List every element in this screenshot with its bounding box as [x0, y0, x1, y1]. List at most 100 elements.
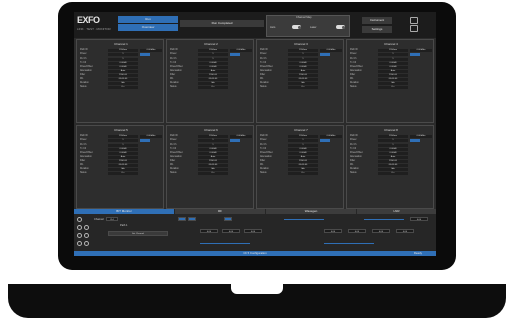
- row-value[interactable]: Auto: [378, 156, 408, 160]
- row-value[interactable]: 00:00:00: [378, 78, 408, 82]
- row-value[interactable]: 1: [378, 139, 408, 143]
- toggle-a[interactable]: [292, 25, 301, 29]
- row-value[interactable]: Idle: [288, 82, 318, 86]
- param-field-4[interactable]: 0.00: [324, 229, 342, 233]
- row-value[interactable]: 00:00:00: [108, 78, 138, 82]
- nav-ok-icon[interactable]: [84, 233, 89, 238]
- tab-settings[interactable]: Settings: [362, 26, 392, 33]
- row-value[interactable]: 0.00dB: [198, 66, 228, 70]
- rf-toggle-2[interactable]: [188, 217, 196, 221]
- row-value[interactable]: 0.00dB: [108, 148, 138, 152]
- row-button[interactable]: [230, 139, 240, 143]
- nav-home-icon[interactable]: [84, 241, 89, 246]
- row-value[interactable]: Auto: [108, 156, 138, 160]
- row-value[interactable]: 0.00dB: [198, 62, 228, 66]
- row-value[interactable]: 0.00dB: [198, 152, 228, 156]
- row-value[interactable]: 1: [198, 58, 228, 62]
- row-value[interactable]: 0.00dB: [108, 62, 138, 66]
- row-value-2[interactable]: 0.00dBm: [230, 135, 252, 139]
- row-value[interactable]: 1: [108, 53, 138, 57]
- row-button[interactable]: [410, 139, 420, 143]
- row-value-2[interactable]: 0.00dBm: [410, 135, 432, 139]
- row-value[interactable]: 1550nm: [108, 135, 138, 139]
- row-value[interactable]: Idle: [288, 168, 318, 172]
- row-value[interactable]: 1: [198, 144, 228, 148]
- row-value[interactable]: 1: [198, 139, 228, 143]
- row-button[interactable]: [140, 53, 150, 57]
- row-value[interactable]: 1: [108, 58, 138, 62]
- row-value[interactable]: 0.00dB: [378, 148, 408, 152]
- row-value[interactable]: 00:00:00: [198, 78, 228, 82]
- nav-down-icon[interactable]: [77, 233, 82, 238]
- row-value[interactable]: 0.00dB: [198, 148, 228, 152]
- row-value[interactable]: 1550.00: [198, 160, 228, 164]
- row-value[interactable]: 1550nm: [378, 135, 408, 139]
- row-value-2[interactable]: 0.00dBm: [140, 135, 162, 139]
- row-value[interactable]: 0 s: [198, 86, 228, 90]
- row-value[interactable]: 1: [378, 58, 408, 62]
- row-value[interactable]: 1: [288, 139, 318, 143]
- row-value[interactable]: Auto: [288, 156, 318, 160]
- row-value[interactable]: 00:00:00: [378, 164, 408, 168]
- row-value[interactable]: 0 s: [198, 172, 228, 176]
- row-value[interactable]: Idle: [198, 168, 228, 172]
- row-value[interactable]: 1550.00: [288, 160, 318, 164]
- row-value[interactable]: Idle: [378, 82, 408, 86]
- row-value[interactable]: 1: [378, 53, 408, 57]
- tab-instrument[interactable]: Instrument: [362, 17, 392, 24]
- row-value-2[interactable]: 0.00dBm: [410, 49, 432, 53]
- nav-left-icon[interactable]: [77, 225, 82, 230]
- row-value[interactable]: Auto: [288, 70, 318, 74]
- row-value[interactable]: 0.00dB: [288, 152, 318, 156]
- settings-icon[interactable]: [410, 17, 418, 24]
- row-value[interactable]: 1550.00: [108, 160, 138, 164]
- param-field-2[interactable]: 0.00: [222, 229, 240, 233]
- row-value[interactable]: 0.00dB: [108, 152, 138, 156]
- row-value[interactable]: 1550nm: [288, 49, 318, 53]
- tab-overview[interactable]: Overview: [118, 24, 178, 31]
- row-value[interactable]: 1550.00: [378, 160, 408, 164]
- row-value[interactable]: 0.00dB: [108, 66, 138, 70]
- row-value[interactable]: 0 s: [108, 86, 138, 90]
- row-value-2[interactable]: 0.00dBm: [230, 49, 252, 53]
- row-value[interactable]: 00:00:00: [288, 164, 318, 168]
- row-value[interactable]: 1550nm: [288, 135, 318, 139]
- row-value[interactable]: 0 s: [288, 86, 318, 90]
- nav-up-icon[interactable]: [77, 217, 82, 222]
- power-icon[interactable]: [410, 25, 418, 32]
- row-value[interactable]: 1550nm: [198, 49, 228, 53]
- row-value[interactable]: Auto: [198, 70, 228, 74]
- channel-select[interactable]: Ch1: [106, 217, 118, 221]
- row-button[interactable]: [320, 53, 330, 57]
- row-value-2[interactable]: 0.00dBm: [320, 49, 342, 53]
- nav-right-icon[interactable]: [84, 225, 89, 230]
- row-value[interactable]: Auto: [198, 156, 228, 160]
- row-value[interactable]: 0.00dB: [378, 152, 408, 156]
- row-value-2[interactable]: 0.00dBm: [320, 135, 342, 139]
- row-button[interactable]: [320, 139, 330, 143]
- level-slider-2[interactable]: [324, 243, 374, 245]
- row-value[interactable]: 1: [108, 144, 138, 148]
- row-value[interactable]: 0.00dB: [378, 62, 408, 66]
- param-field-3[interactable]: 0.00: [244, 229, 262, 233]
- row-value[interactable]: 00:00:00: [288, 78, 318, 82]
- rf-toggle-1[interactable]: [178, 217, 186, 221]
- row-value[interactable]: 00:00:00: [108, 164, 138, 168]
- row-value[interactable]: 1: [198, 53, 228, 57]
- row-value[interactable]: 1: [288, 58, 318, 62]
- tab-run-completed[interactable]: Run Completed: [180, 20, 264, 27]
- row-value[interactable]: 1550nm: [108, 49, 138, 53]
- row-value[interactable]: 0 s: [108, 172, 138, 176]
- row-value[interactable]: 1550.00: [198, 74, 228, 78]
- row-button[interactable]: [230, 53, 240, 57]
- row-value[interactable]: 1550.00: [288, 74, 318, 78]
- rf-slider-2[interactable]: [364, 219, 404, 221]
- row-button[interactable]: [140, 139, 150, 143]
- toggle-b[interactable]: [336, 25, 345, 29]
- tab-run[interactable]: Run: [118, 16, 178, 23]
- rf-toggle-3[interactable]: [224, 217, 232, 221]
- set-channel-button[interactable]: Set Channel: [108, 231, 168, 236]
- row-value[interactable]: 0.00dB: [288, 148, 318, 152]
- row-button[interactable]: [410, 53, 420, 57]
- row-value[interactable]: Auto: [378, 70, 408, 74]
